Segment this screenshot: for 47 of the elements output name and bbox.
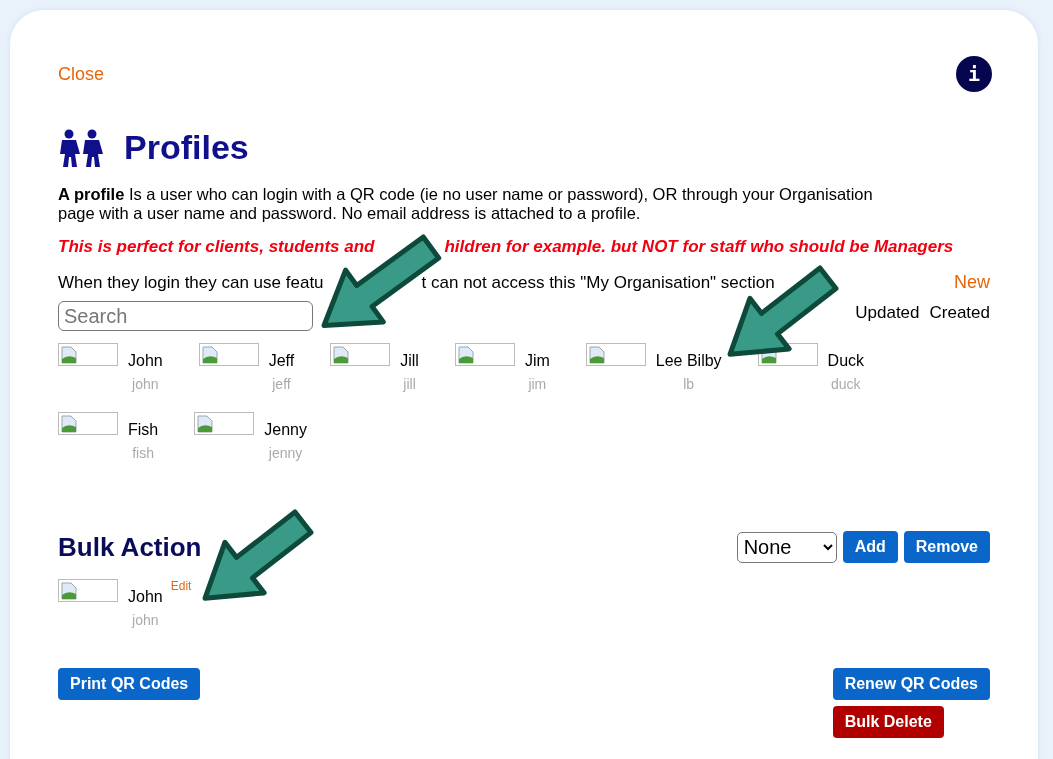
broken-image-icon — [333, 346, 350, 364]
profile-name: John — [128, 352, 163, 370]
broken-image-icon — [197, 415, 214, 433]
action-select[interactable]: None — [736, 531, 837, 563]
broken-image-icon — [61, 346, 77, 364]
action-button[interactable]: Print QR Codes — [58, 668, 201, 700]
sort-option[interactable]: Created — [929, 303, 990, 331]
profile-name: Jim — [524, 352, 550, 370]
bulk-button[interactable]: Remove — [903, 531, 990, 563]
profile-username: john — [132, 376, 159, 392]
profile-name: Duck — [827, 352, 865, 370]
profile-username: jim — [528, 376, 547, 392]
profile-name: John — [128, 588, 163, 606]
profile-username: fish — [132, 445, 154, 461]
profile-name: Jill — [400, 352, 419, 370]
profile-name: Fish — [128, 421, 159, 439]
profile-name: Jenny — [264, 421, 307, 439]
people-icon — [58, 128, 104, 167]
bulk-button[interactable]: Add — [842, 531, 898, 563]
close-link[interactable]: Close — [58, 63, 105, 85]
action-button[interactable]: Renew QR Codes — [832, 668, 990, 700]
broken-image-icon — [201, 346, 218, 364]
info-text: t can not access this "My Organisation" section — [421, 272, 775, 293]
broken-image-icon — [588, 346, 605, 364]
search-field[interactable]: Search — [58, 301, 313, 331]
notice-text: This is perfect for clients, students and — [58, 237, 375, 257]
info-text: When they login they can use featu — [58, 272, 324, 293]
edit-link[interactable]: Edit — [170, 579, 192, 593]
broken-image-icon — [457, 346, 474, 364]
info-button[interactable]: i — [956, 56, 992, 92]
profile-username: jill — [403, 376, 416, 392]
profile-name: Jeff — [268, 352, 295, 370]
profile-username: john — [132, 612, 159, 628]
profile-username: duck — [831, 376, 861, 392]
profile-username: jeff — [272, 376, 291, 392]
new-link[interactable]: New — [954, 272, 990, 293]
profile-username: lb — [683, 376, 695, 392]
notice-text: hildren for example. but NOT for staff who should be Managers — [444, 237, 954, 257]
page-title: Profiles — [124, 128, 249, 167]
broken-image-icon — [61, 582, 77, 600]
profile-name: Lee Bilby — [655, 352, 722, 370]
broken-image-icon — [61, 415, 77, 433]
intro-text: A profile Is a user who can login with a QR code (ie no user name or password), OR through your Organisation page with a user name and password. No email address is attached to a profile. — [58, 185, 874, 223]
action-button[interactable]: Bulk Delete — [832, 706, 944, 738]
profile-username: jenny — [268, 445, 303, 461]
section-title: Bulk Action — [58, 531, 202, 563]
sort-option[interactable]: Updated — [855, 303, 920, 331]
